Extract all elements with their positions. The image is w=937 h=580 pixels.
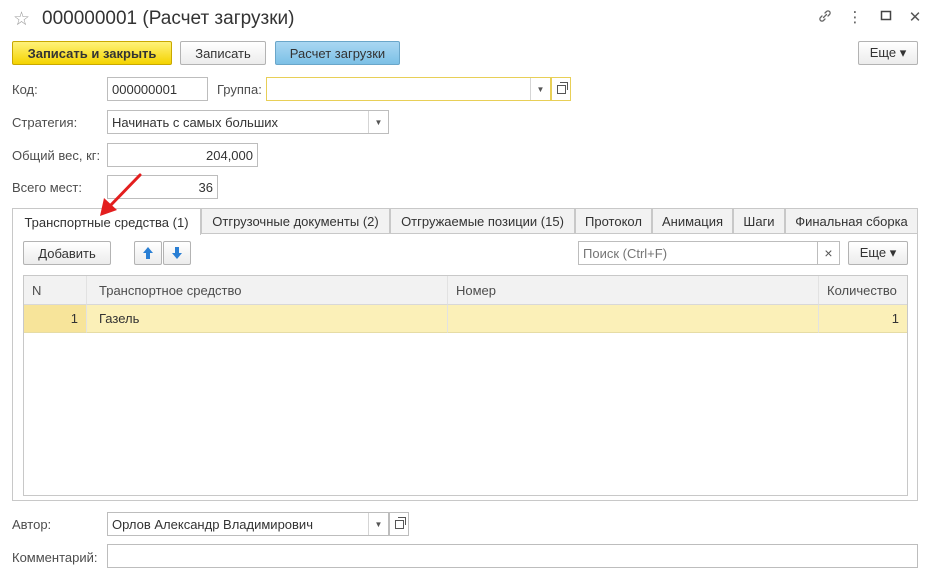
strategy-value: Начинать с самых больших [112,114,279,130]
column-header-n[interactable]: N [24,276,87,305]
window-title: 000000001 (Расчет загрузки) [42,8,295,29]
more-button[interactable]: Еще ▾ [858,41,918,65]
group-open-icon[interactable] [551,77,571,101]
close-icon[interactable]: ✕ [906,8,924,26]
author-value: Орлов Александр Владимирович [112,516,313,532]
group-label: Группа: [217,82,262,97]
strategy-field[interactable]: Начинать с самых больших ▼ [107,110,389,134]
table-row-n[interactable]: 1 [24,305,87,333]
strategy-label: Стратегия: [12,115,78,130]
column-header-quantity[interactable]: Количество [819,276,907,305]
calculate-loading-button[interactable]: Расчет загрузки [275,41,400,65]
more-actions-icon[interactable]: ⋮ [846,8,864,26]
move-up-icon[interactable] [134,241,162,265]
clear-search-icon[interactable]: × [818,241,840,265]
author-open-icon[interactable] [389,512,409,536]
weight-field[interactable]: 204,000 [107,143,258,167]
search-input[interactable] [578,241,818,265]
add-button[interactable]: Добавить [23,241,111,265]
save-and-close-button[interactable]: Записать и закрыть [12,41,172,65]
weight-label: Общий вес, кг: [12,148,101,163]
table-row-vehicle[interactable]: Газель [87,305,448,333]
tab-final-assembly[interactable]: Финальная сборка [785,208,918,234]
author-field[interactable]: Орлов Александр Владимирович ▼ [107,512,389,536]
code-field[interactable]: 000000001 [107,77,208,101]
favorite-star-icon[interactable]: ☆ [13,8,30,31]
strategy-dropdown-icon[interactable]: ▼ [368,111,388,133]
places-label: Всего мест: [12,180,82,195]
table-more-button[interactable]: Еще ▾ [848,241,908,265]
author-dropdown-icon[interactable]: ▼ [368,513,388,535]
column-header-vehicle[interactable]: Транспортное средство [87,276,448,305]
vehicles-table: N Транспортное средство Номер Количество… [23,275,908,496]
group-field[interactable]: ▼ [266,77,551,101]
table-row-number[interactable] [448,305,819,333]
link-icon[interactable] [816,8,834,28]
annotation-arrow-icon [100,173,142,216]
group-dropdown-icon[interactable]: ▼ [530,78,550,100]
tab-steps[interactable]: Шаги [733,208,785,234]
save-button[interactable]: Записать [180,41,266,65]
comment-field[interactable] [107,544,918,568]
comment-label: Комментарий: [12,550,98,565]
tab-shipped-items[interactable]: Отгружаемые позиции (15) [390,208,575,234]
maximize-icon[interactable] [877,8,895,26]
tab-animation[interactable]: Анимация [652,208,733,234]
move-down-icon[interactable] [163,241,191,265]
table-row-quantity[interactable]: 1 [819,305,907,333]
column-header-number[interactable]: Номер [448,276,819,305]
tab-shipping-documents[interactable]: Отгрузочные документы (2) [201,208,390,234]
code-label: Код: [12,82,38,97]
author-label: Автор: [12,517,52,532]
tab-protocol[interactable]: Протокол [575,208,652,234]
